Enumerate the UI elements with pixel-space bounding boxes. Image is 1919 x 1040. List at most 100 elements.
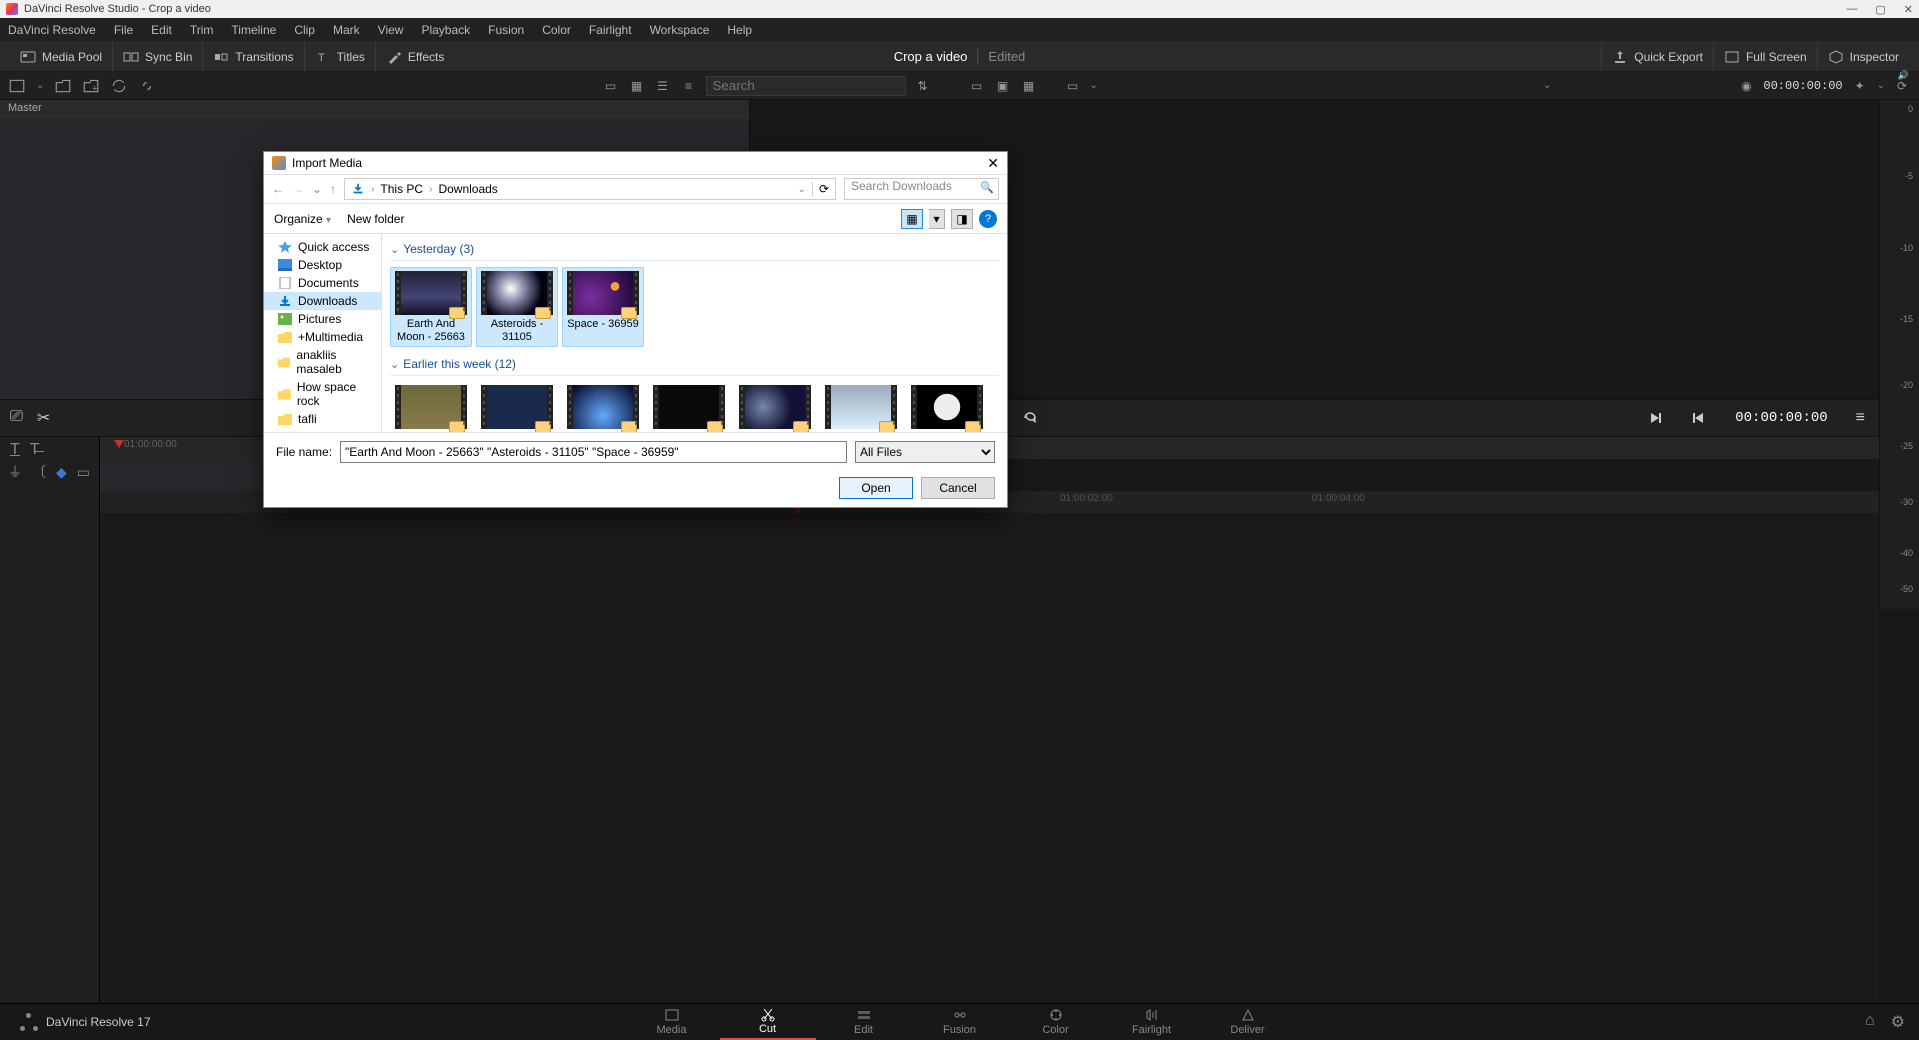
menu-playback[interactable]: Playback bbox=[421, 23, 470, 37]
full-screen-button[interactable]: Full Screen bbox=[1714, 42, 1818, 71]
loop-playback-icon[interactable] bbox=[1022, 410, 1038, 426]
open-button[interactable]: Open bbox=[839, 477, 913, 499]
goto-out-icon[interactable] bbox=[1691, 410, 1707, 426]
menu-resolve[interactable]: DaVinci Resolve bbox=[8, 23, 96, 37]
page-fairlight[interactable]: Fairlight bbox=[1104, 1004, 1200, 1040]
file-thumbnail[interactable]: videoplayback (12) bbox=[820, 382, 902, 432]
tool-a-icon[interactable]: T bbox=[10, 441, 20, 459]
menu-workspace[interactable]: Workspace bbox=[650, 23, 710, 37]
file-list-area[interactable]: Yesterday (3) Earth And Moon - 25663Aste… bbox=[382, 234, 1007, 432]
sidebar-item-multimedia[interactable]: +Multimedia bbox=[264, 328, 381, 346]
crumb-segment[interactable]: This PC bbox=[380, 182, 423, 196]
bypass-drop[interactable]: ⌄ bbox=[1877, 80, 1885, 91]
menu-fairlight[interactable]: Fairlight bbox=[589, 23, 632, 37]
viewer-mode2-icon[interactable]: ▣ bbox=[994, 77, 1012, 95]
crumb-segment[interactable]: Downloads bbox=[438, 182, 497, 196]
menu-fusion[interactable]: Fusion bbox=[488, 23, 524, 37]
boring-detect-icon[interactable]: ⎚ bbox=[10, 408, 23, 428]
refresh-icon[interactable]: ⟳ bbox=[812, 182, 829, 196]
sidebar-item-documents[interactable]: Documents bbox=[264, 274, 381, 292]
bin-label[interactable]: Master bbox=[0, 100, 749, 117]
menu-edit[interactable]: Edit bbox=[151, 23, 172, 37]
menu-view[interactable]: View bbox=[378, 23, 404, 37]
group-header-yesterday[interactable]: Yesterday (3) bbox=[390, 238, 999, 261]
quick-export-button[interactable]: Quick Export bbox=[1601, 42, 1714, 71]
view-thumbnails-button[interactable]: ▦ bbox=[901, 209, 923, 229]
transitions-button[interactable]: Transitions bbox=[203, 42, 304, 71]
playhead-icon[interactable] bbox=[114, 440, 124, 448]
sidebar-item-desktop[interactable]: Desktop bbox=[264, 256, 381, 274]
dialog-close-button[interactable]: ✕ bbox=[987, 155, 999, 172]
timeline-tracks[interactable] bbox=[100, 513, 1879, 1003]
file-thumbnail[interactable]: Europa Water Vapor Plumes - bbox=[734, 382, 816, 432]
menu-trim[interactable]: Trim bbox=[190, 23, 214, 37]
search-input[interactable] bbox=[706, 76, 906, 96]
media-pool-button[interactable]: Media Pool bbox=[10, 42, 113, 71]
menu-timeline[interactable]: Timeline bbox=[231, 23, 276, 37]
file-thumbnail[interactable]: Asteroids - 31105 bbox=[476, 267, 558, 347]
page-media[interactable]: Media bbox=[624, 1004, 720, 1040]
link-button[interactable] bbox=[138, 77, 156, 95]
view-list2-icon[interactable]: ≡ bbox=[680, 77, 698, 95]
viewer-zoom-drop[interactable]: ⌄ bbox=[1543, 80, 1551, 91]
menu-file[interactable]: File bbox=[114, 23, 133, 37]
sidebar-item-quickaccess[interactable]: Quick access bbox=[264, 238, 381, 256]
file-filter-select[interactable]: All Files bbox=[855, 441, 995, 463]
viewer-drop-icon[interactable]: ⌄ bbox=[1090, 80, 1098, 91]
nav-fwd-icon[interactable]: → bbox=[292, 182, 304, 196]
sidebar-item-tafli[interactable]: tafli bbox=[264, 410, 381, 428]
page-cut[interactable]: Cut bbox=[720, 1004, 816, 1040]
safe-area-icon[interactable]: ◉ bbox=[1737, 77, 1755, 95]
page-color[interactable]: Color bbox=[1008, 1004, 1104, 1040]
help-icon[interactable]: ? bbox=[979, 210, 997, 228]
import-button[interactable] bbox=[8, 77, 26, 95]
sidebar-item-pictures[interactable]: Pictures bbox=[264, 310, 381, 328]
view-list-icon[interactable]: ☰ bbox=[654, 77, 672, 95]
goto-in-icon[interactable] bbox=[1647, 410, 1663, 426]
split-icon[interactable]: ✂ bbox=[37, 408, 50, 428]
marker-flag-icon[interactable]: ◆ bbox=[56, 464, 67, 481]
menu-clip[interactable]: Clip bbox=[294, 23, 315, 37]
inspector-button[interactable]: Inspector bbox=[1818, 42, 1909, 71]
speaker-icon[interactable]: 🔊 bbox=[1898, 70, 1909, 81]
titles-button[interactable]: T Titles bbox=[305, 42, 376, 71]
settings-icon[interactable]: ⚙ bbox=[1891, 1012, 1905, 1032]
viewer-mode1-icon[interactable]: ▭ bbox=[968, 77, 986, 95]
view-strip-icon[interactable]: ▭ bbox=[602, 77, 620, 95]
sync-button[interactable] bbox=[110, 77, 128, 95]
sort-button[interactable]: ⇅ bbox=[914, 77, 932, 95]
crumb-drop-icon[interactable]: ⌄ bbox=[798, 184, 806, 195]
close-button[interactable]: ✕ bbox=[1904, 3, 1913, 16]
marker-in-icon[interactable]: 〔 bbox=[32, 462, 46, 482]
file-thumbnail[interactable]: Space - 36959 bbox=[562, 267, 644, 347]
group-header-earlier[interactable]: Earlier this week (12) bbox=[390, 353, 999, 376]
page-edit[interactable]: Edit bbox=[816, 1004, 912, 1040]
home-icon[interactable]: ⌂ bbox=[1865, 1012, 1875, 1032]
bin-add-button[interactable] bbox=[54, 77, 72, 95]
path-crumb[interactable]: › This PC › Downloads ⌄ ⟳ bbox=[344, 178, 836, 200]
preview-pane-button[interactable]: ◨ bbox=[951, 209, 973, 229]
sidebar-item-rockets[interactable]: How space rock bbox=[264, 378, 381, 410]
file-thumbnail[interactable]: Earth And Moon - 25663 bbox=[390, 267, 472, 347]
sidebar-item-downloads[interactable]: Downloads bbox=[264, 292, 381, 310]
file-thumbnail[interactable]: Life on the Moon Europa! bbox=[562, 382, 644, 432]
file-thumbnail[interactable]: The Highest Resolution bbox=[390, 382, 472, 432]
magnet-icon[interactable]: ⏚ bbox=[8, 462, 22, 482]
marker-out-icon[interactable]: ▭ bbox=[77, 464, 90, 481]
menu-mark[interactable]: Mark bbox=[333, 23, 360, 37]
bypass-icon[interactable]: ✦ bbox=[1851, 77, 1869, 95]
filename-input[interactable] bbox=[340, 441, 847, 463]
file-thumbnail[interactable]: Colonizing Europa (Jupiter's bbox=[648, 382, 730, 432]
menu-color[interactable]: Color bbox=[542, 23, 571, 37]
file-thumbnail[interactable]: The First Real Images Of bbox=[906, 382, 988, 432]
nav-recent-icon[interactable]: ⌄ bbox=[312, 182, 322, 196]
sidebar-item-anaklis[interactable]: anakliis masaleb bbox=[264, 346, 381, 378]
tool-b-icon[interactable]: T̶ bbox=[30, 441, 40, 459]
sync-bin-button[interactable]: Sync Bin bbox=[113, 42, 203, 71]
page-deliver[interactable]: Deliver bbox=[1200, 1004, 1296, 1040]
transport-menu-icon[interactable]: ≡ bbox=[1856, 409, 1865, 427]
page-fusion[interactable]: Fusion bbox=[912, 1004, 1008, 1040]
view-grid-icon[interactable]: ▦ bbox=[628, 77, 646, 95]
maximize-button[interactable]: ▢ bbox=[1875, 3, 1885, 16]
nav-up-icon[interactable]: ↑ bbox=[330, 182, 336, 196]
